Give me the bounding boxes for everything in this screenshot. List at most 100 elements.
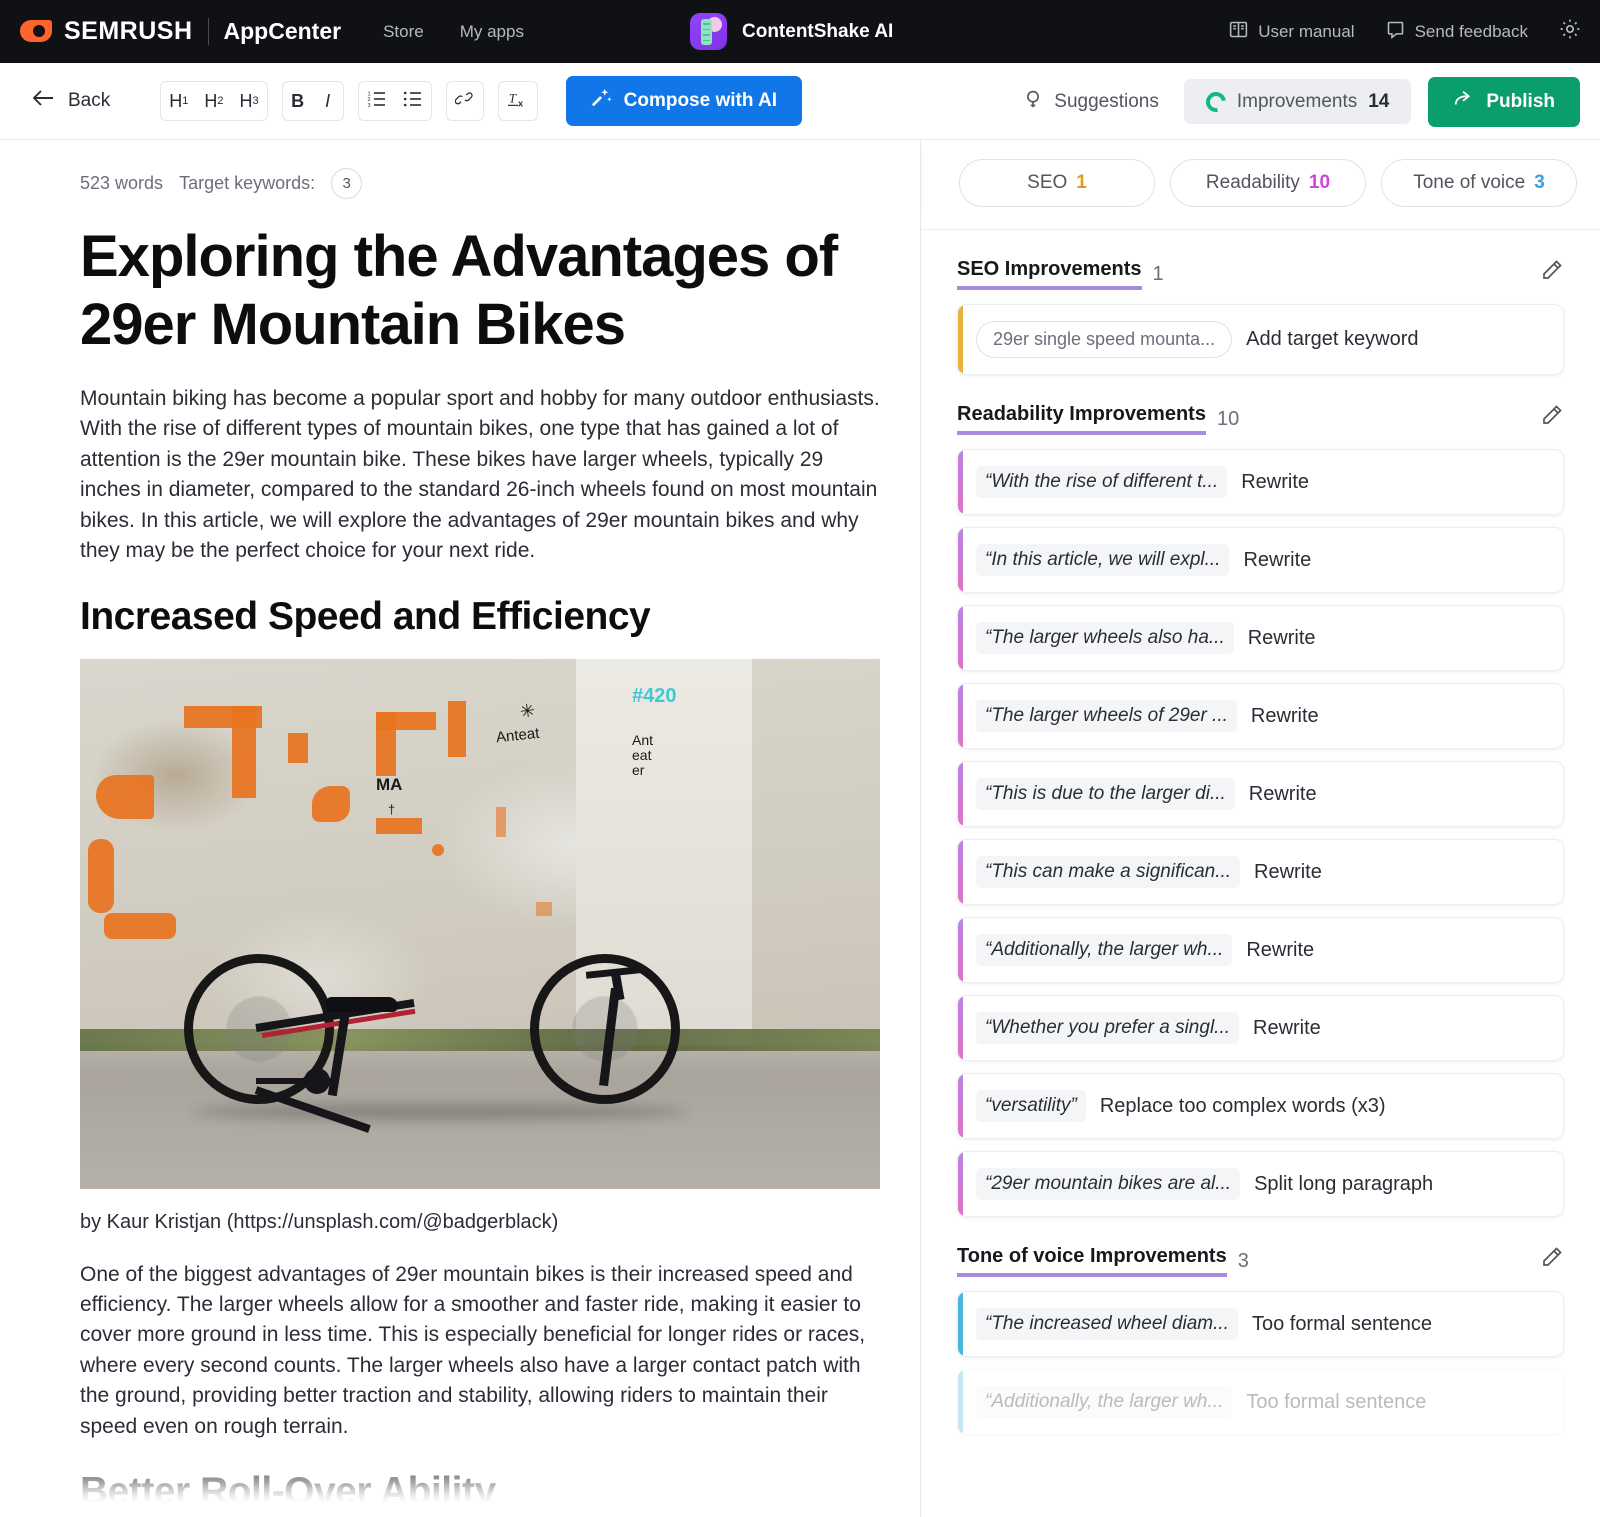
settings-button[interactable] (1558, 17, 1582, 46)
improvement-snippet: “In this article, we will expl... (976, 544, 1230, 576)
improvement-action: Rewrite (1253, 1016, 1321, 1039)
user-manual-button[interactable]: User manual (1228, 19, 1355, 45)
suggestions-button[interactable]: Suggestions (1014, 88, 1167, 116)
improvement-item-tone-0[interactable]: “The increased wheel diam... Too formal … (957, 1291, 1564, 1357)
send-feedback-button[interactable]: Send feedback (1385, 19, 1528, 45)
improvement-item-readability-7[interactable]: “Whether you prefer a singl... Rewrite (957, 995, 1564, 1061)
improvement-item-readability-6[interactable]: “Additionally, the larger wh... Rewrite (957, 917, 1564, 983)
improvements-panel: SEO 1 Readability 10 Tone of voice 3 SEO… (920, 140, 1600, 1517)
graffiti-text: † (388, 801, 396, 817)
book-icon (1228, 19, 1249, 45)
graffiti-stroke (376, 817, 422, 834)
h1-subscript: 1 (182, 95, 189, 107)
tab-readability-count: 10 (1308, 172, 1331, 193)
improvement-action: Rewrite (1241, 470, 1309, 493)
document-editor[interactable]: 523 words Target keywords: 3 Exploring t… (0, 140, 920, 1517)
graffiti-text: #420 (632, 685, 677, 707)
heading-group: H1 H2 H3 (160, 81, 268, 121)
ordered-list-button[interactable]: 1 2 3 (359, 82, 395, 120)
graffiti-drip (496, 806, 506, 837)
improvement-item-readability-0[interactable]: “With the rise of different t... Rewrite (957, 449, 1564, 515)
tab-tone-of-voice[interactable]: Tone of voice 3 (1381, 159, 1577, 207)
improvement-item-readability-2[interactable]: “The larger wheels also ha... Rewrite (957, 605, 1564, 671)
section-header-tone-of-voice: Tone of voice Improvements 3 (957, 1245, 1564, 1277)
improvements-button[interactable]: Improvements 14 (1183, 79, 1412, 124)
improvement-item-readability-5[interactable]: “This can make a significan... Rewrite (957, 839, 1564, 905)
gear-icon (1558, 17, 1582, 46)
target-keywords-count[interactable]: 3 (331, 168, 363, 199)
bike-shadow (192, 1103, 688, 1120)
clear-format-group: T x (497, 81, 538, 121)
contentshake-app-icon (690, 13, 727, 50)
insert-link-button[interactable] (447, 82, 483, 120)
improvement-item-readability-1[interactable]: “In this article, we will expl... Rewrit… (957, 527, 1564, 593)
improvements-count: 14 (1368, 90, 1390, 112)
edit-seo-button[interactable] (1540, 258, 1564, 287)
compose-with-ai-button[interactable]: Compose with AI (565, 76, 803, 126)
improvement-action: Split long paragraph (1254, 1172, 1434, 1195)
article-paragraph-1[interactable]: Mountain biking has become a popular spo… (80, 384, 880, 567)
edit-tone-button[interactable] (1540, 1245, 1564, 1274)
brand-subtitle: AppCenter (223, 18, 342, 44)
improvement-item-seo-0[interactable]: 29er single speed mounta... Add target k… (957, 304, 1564, 375)
publish-button[interactable]: Publish (1428, 76, 1580, 127)
top-bar-actions: User manual Send feedback (1228, 0, 1582, 63)
link-group (445, 81, 484, 121)
improvement-action: Rewrite (1250, 704, 1319, 727)
heading-3-button[interactable]: H3 (232, 82, 267, 120)
improvement-item-readability-3[interactable]: “The larger wheels of 29er ... Rewrite (957, 683, 1564, 749)
speech-bubble-icon (1385, 19, 1406, 45)
article-heading-roll-over[interactable]: Better Roll-Over Ability (80, 1470, 880, 1514)
section-count-tone: 3 (1237, 1249, 1249, 1272)
improvement-item-readability-8[interactable]: “versatility” Replace too complex words … (957, 1073, 1564, 1139)
nav-item-my-apps[interactable]: My apps (460, 22, 524, 42)
improvement-action: Rewrite (1254, 860, 1322, 883)
improvement-item-tone-1[interactable]: “Additionally, the larger wh... Too form… (957, 1369, 1564, 1435)
tab-seo-count: 1 (1076, 172, 1087, 193)
improvement-action: Rewrite (1248, 782, 1317, 805)
top-bar: SEMRUSH AppCenter Store My apps ContentS… (0, 0, 1600, 63)
article-paragraph-2[interactable]: One of the biggest advantages of 29er mo… (80, 1260, 880, 1443)
article-heading-increased-speed[interactable]: Increased Speed and Efficiency (80, 595, 880, 639)
panel-bottom-fade (921, 1457, 1600, 1517)
edit-readability-button[interactable] (1540, 403, 1564, 432)
article-title[interactable]: Exploring the Advantages of 29er Mountai… (80, 223, 880, 360)
document-meta: 523 words Target keywords: 3 (80, 168, 880, 199)
clear-formatting-button[interactable]: T x (499, 82, 537, 120)
graffiti-stroke (288, 732, 308, 763)
bold-button[interactable]: B (283, 82, 313, 120)
back-button[interactable]: Back (32, 88, 110, 114)
arrow-left-icon (32, 88, 56, 114)
target-keywords-label: Target keywords: (179, 173, 316, 193)
italic-button[interactable]: I (313, 82, 343, 120)
mountain-bike (184, 849, 680, 1133)
formatting-toolbar: H1 H2 H3 B I 1 2 3 T x (160, 81, 538, 121)
user-manual-label: User manual (1258, 21, 1355, 41)
tab-seo-label: SEO (1027, 172, 1068, 193)
article-image[interactable]: #420 ✳ Anteat Ant eat er MA † (80, 658, 880, 1189)
image-caption: by Kaur Kristjan (https://unsplash.com/@… (80, 1210, 559, 1233)
tab-seo[interactable]: SEO 1 (959, 159, 1155, 207)
tab-readability[interactable]: Readability 10 (1170, 159, 1366, 207)
tab-readability-label: Readability (1205, 172, 1300, 193)
improvement-item-readability-9[interactable]: “29er mountain bikes are al... Split lon… (957, 1151, 1564, 1217)
heading-2-button[interactable]: H2 (196, 82, 231, 120)
back-label: Back (68, 90, 111, 111)
improvement-action: Rewrite (1246, 938, 1315, 961)
heading-1-button[interactable]: H1 (161, 82, 196, 120)
improvement-snippet: “Additionally, the larger wh... (976, 1386, 1233, 1418)
section-count-readability: 10 (1216, 407, 1240, 430)
improvement-item-readability-4[interactable]: “This is due to the larger di... Rewrite (957, 761, 1564, 827)
improvements-donut-icon (1201, 87, 1230, 116)
bulleted-list-button[interactable] (395, 82, 431, 120)
semrush-brand[interactable]: SEMRUSH AppCenter (20, 15, 341, 48)
publish-label: Publish (1486, 90, 1555, 112)
document-content: 523 words Target keywords: 3 Exploring t… (80, 168, 880, 1514)
nav-item-store[interactable]: Store (383, 22, 424, 42)
improvement-snippet: “The larger wheels also ha... (976, 622, 1234, 654)
panel-collapse-button[interactable] (921, 148, 922, 212)
semrush-logo-icon (20, 15, 53, 48)
send-feedback-label: Send feedback (1414, 21, 1528, 41)
graffiti-stroke (88, 838, 114, 913)
main-area: 523 words Target keywords: 3 Exploring t… (0, 140, 1600, 1517)
